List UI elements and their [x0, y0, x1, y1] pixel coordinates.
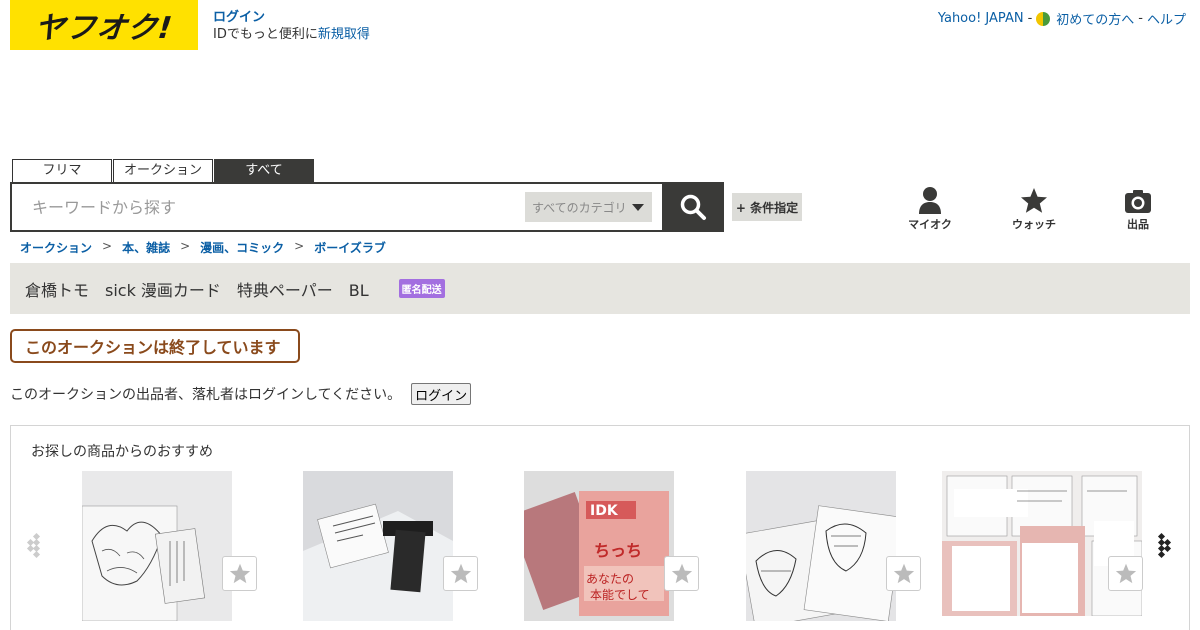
signup-link[interactable]: 新規取得	[318, 27, 370, 42]
auction-ended-notice: このオークションは終了しています	[10, 329, 300, 363]
watch-button[interactable]	[1108, 556, 1143, 591]
anonymous-shipping-badge: 匿名配送	[398, 279, 445, 298]
yahoo-japan-link[interactable]: Yahoo! JAPAN	[938, 11, 1024, 26]
camera-icon	[1125, 190, 1151, 213]
tab-auction[interactable]: オークション	[113, 159, 213, 183]
tab-flea-market[interactable]: フリマ	[12, 159, 112, 183]
user-icon	[919, 187, 941, 214]
login-link[interactable]: ログイン	[213, 10, 265, 25]
breadcrumb: オークション > 本、雑誌 > 漫画、コミック > ボーイズラブ	[20, 239, 386, 256]
conditions-button[interactable]: + 条件指定	[732, 193, 802, 221]
search-tabs: フリマ オークション すべて	[12, 159, 315, 183]
watch-button[interactable]	[443, 556, 478, 591]
listing-title-bar: 倉橋トモ sick 漫画カード 特典ペーパー BL 匿名配送	[10, 263, 1190, 314]
sell-button[interactable]: 出品	[1108, 184, 1168, 232]
comic-book-thumbnail: IDK ちっち あなたの 本能でして	[524, 471, 674, 621]
breadcrumb-manga-comics[interactable]: 漫画、コミック	[200, 239, 284, 256]
login-button[interactable]: ログイン	[411, 383, 472, 405]
help-link[interactable]: ヘルプ	[1147, 9, 1186, 28]
yahuoku-logo[interactable]: ヤフオク!	[10, 0, 198, 50]
svg-text:ちっち: ちっち	[594, 541, 642, 560]
separator: -	[1138, 11, 1143, 26]
category-select-value: すべてのカテゴリ	[532, 200, 627, 215]
beginners-link[interactable]: 初めての方へ	[1056, 9, 1134, 28]
top-links: Yahoo! JAPAN - 初めての方へ - ヘルプ	[938, 9, 1186, 28]
star-icon	[1021, 188, 1047, 213]
chevron-down-icon	[632, 203, 644, 211]
breadcrumb-auction[interactable]: オークション	[20, 239, 92, 256]
beginner-mark-icon	[1036, 11, 1051, 26]
svg-text:IDK: IDK	[590, 503, 619, 519]
login-notice: このオークションの出品者、落札者はログインしてください。 ログイン	[10, 383, 472, 405]
carousel-next-icon[interactable]	[1155, 532, 1177, 560]
login-notice-text: このオークションの出品者、落札者はログインしてください。	[10, 387, 402, 403]
watch-list-button[interactable]: ウォッチ	[1004, 184, 1064, 232]
star-icon	[1115, 563, 1136, 584]
user-nav: マイオク ウォッチ 出品	[900, 184, 1200, 232]
manga-illustration-thumbnail	[746, 471, 896, 621]
category-select[interactable]: すべてのカテゴリ	[525, 192, 652, 222]
breadcrumb-separator: >	[294, 239, 305, 253]
login-block: ログイン IDでもっと便利に新規取得	[213, 9, 370, 43]
watch-button[interactable]	[222, 556, 257, 591]
sell-label: 出品	[1127, 218, 1149, 231]
breadcrumb-books-magazines[interactable]: 本、雑誌	[122, 239, 170, 256]
search-input[interactable]	[12, 184, 525, 230]
my-auction-label: マイオク	[908, 218, 952, 231]
manga-card-thumbnail	[82, 471, 232, 621]
manga-paper-thumbnail	[303, 471, 453, 621]
recommendations-panel: お探しの商品からのおすすめ IDK ちっち あなたの 本能でして	[10, 425, 1190, 630]
search-icon	[680, 194, 706, 220]
manga-pages-collage-thumbnail	[942, 471, 1142, 616]
star-icon	[229, 563, 250, 584]
star-icon	[671, 563, 692, 584]
logo-text: ヤフオク!	[32, 11, 175, 46]
id-prompt: IDでもっと便利に	[213, 27, 318, 42]
separator: -	[1027, 11, 1033, 26]
breadcrumb-separator: >	[102, 239, 113, 253]
search-button[interactable]	[662, 182, 724, 232]
carousel-prev-icon[interactable]	[25, 532, 47, 560]
my-auction-button[interactable]: マイオク	[900, 184, 960, 232]
recommendations-title: お探しの商品からのおすすめ	[31, 444, 213, 460]
tab-all[interactable]: すべて	[214, 159, 314, 183]
svg-text:あなたの: あなたの	[586, 572, 634, 586]
breadcrumb-boys-love[interactable]: ボーイズラブ	[314, 239, 386, 256]
svg-text:本能でして: 本能でして	[590, 588, 650, 602]
breadcrumb-separator: >	[180, 239, 191, 253]
star-icon	[893, 563, 914, 584]
listing-title: 倉橋トモ sick 漫画カード 特典ペーパー BL	[25, 280, 369, 300]
watch-button[interactable]	[664, 556, 699, 591]
watch-button[interactable]	[886, 556, 921, 591]
star-icon	[450, 563, 471, 584]
watch-label: ウォッチ	[1012, 218, 1056, 231]
search-box: すべてのカテゴリ	[10, 182, 724, 232]
